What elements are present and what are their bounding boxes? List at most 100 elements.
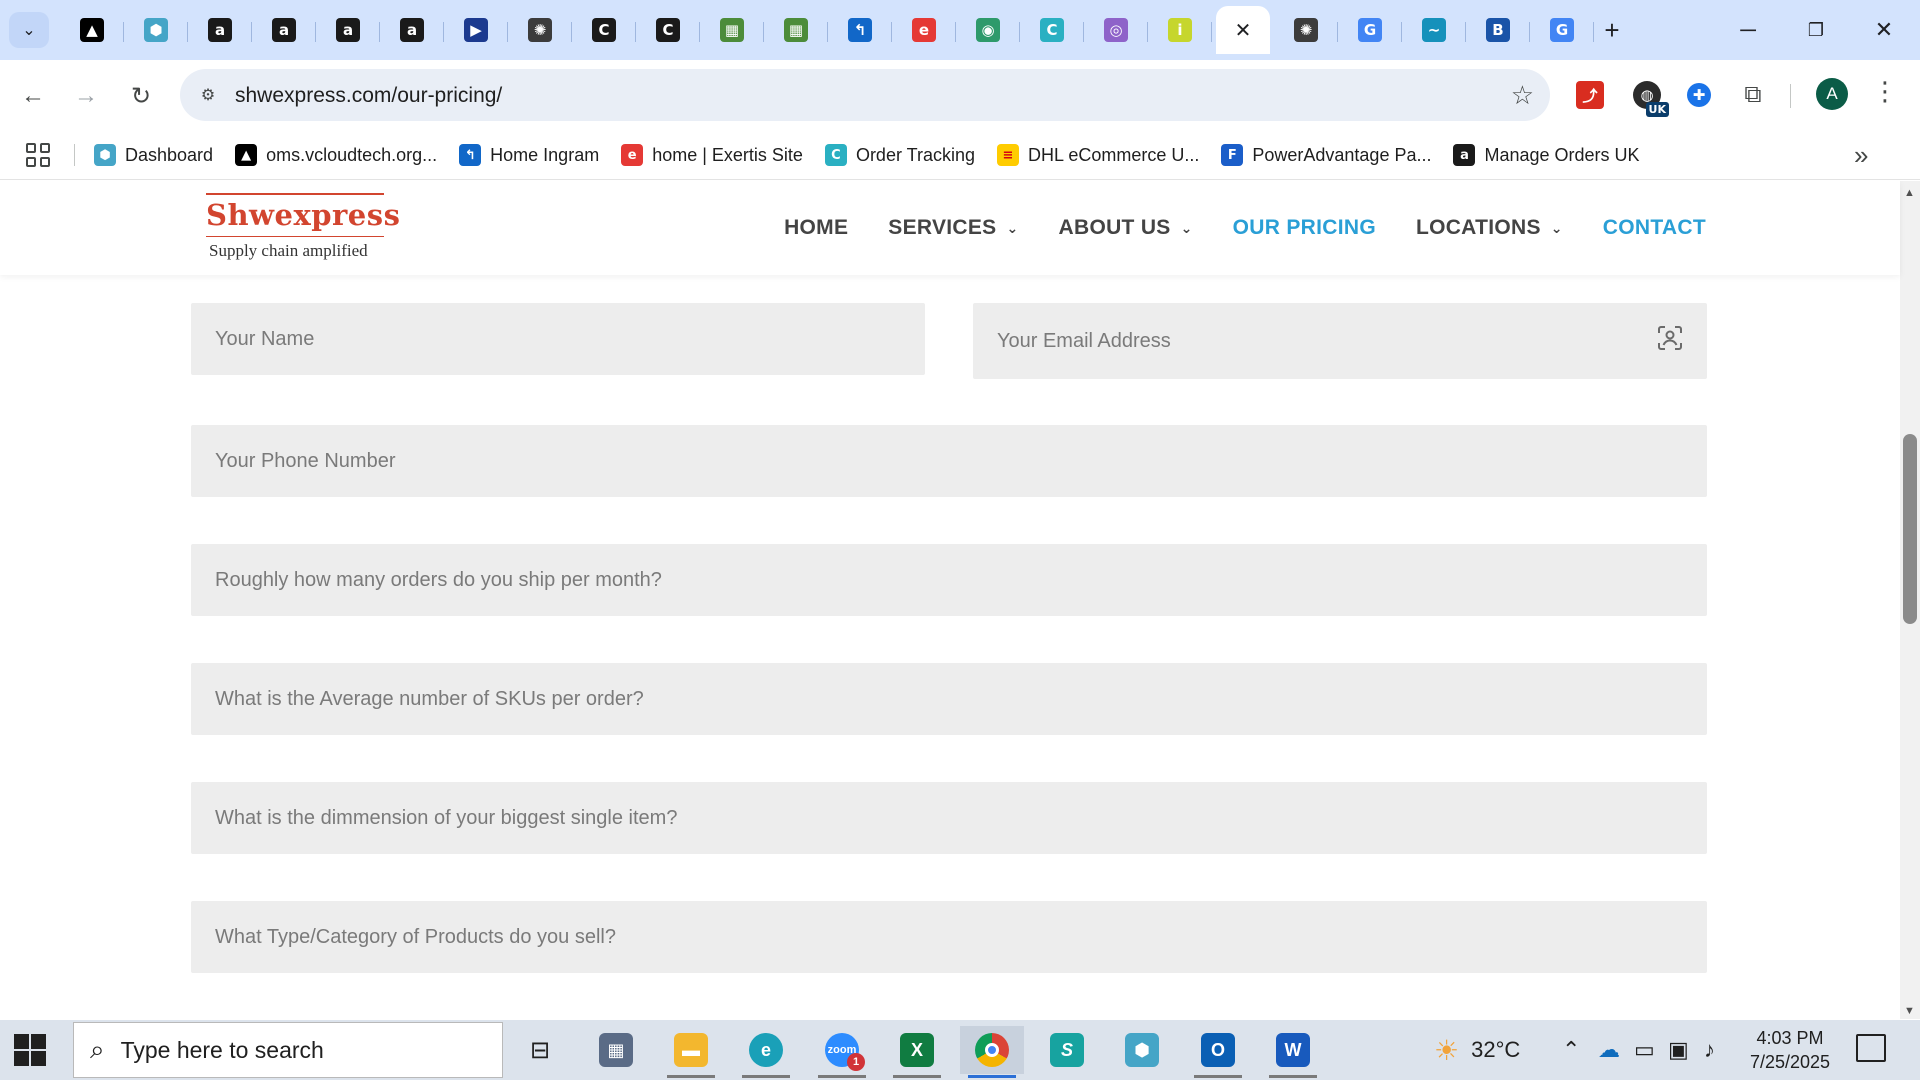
network-button[interactable]: ▣ — [1668, 1020, 1689, 1080]
browser-tab[interactable]: a — [316, 6, 380, 54]
battery-button[interactable]: ▭ — [1634, 1020, 1655, 1080]
show-hidden-icons-button[interactable]: ⌃ — [1562, 1020, 1580, 1080]
extensions-button[interactable]: ⧉ — [1736, 78, 1770, 112]
biggest-item-dimension-input[interactable] — [191, 782, 1707, 854]
close-window-button[interactable]: ✕ — [1852, 0, 1916, 60]
browser-tab[interactable]: ↰ — [828, 6, 892, 54]
taskbar-clock[interactable]: 4:03 PM 7/25/2025 — [1740, 1026, 1840, 1074]
browser-tab[interactable]: ∼ — [1402, 6, 1466, 54]
scroll-thumb[interactable] — [1903, 434, 1917, 624]
bookmark-item[interactable]: a Manage Orders UK — [1453, 144, 1640, 166]
browser-tab[interactable]: C — [1020, 6, 1084, 54]
browser-tab[interactable]: G — [1338, 6, 1402, 54]
bookmark-star-button[interactable]: ☆ — [1511, 81, 1534, 109]
browser-tab[interactable]: G — [1530, 6, 1594, 54]
back-button[interactable]: ← — [13, 76, 53, 116]
notification-center-icon[interactable] — [1856, 1034, 1886, 1062]
apps-grid-icon[interactable] — [26, 143, 50, 167]
browser-tab[interactable]: C — [572, 6, 636, 54]
word-app[interactable]: W — [1261, 1026, 1325, 1078]
infos-icon: i — [1168, 18, 1192, 42]
browser-tab[interactable]: ✺ — [508, 6, 572, 54]
volume-button[interactable]: ♪ — [1704, 1020, 1715, 1080]
browser-tab[interactable]: i — [1148, 6, 1212, 54]
nav-contact[interactable]: CONTACT — [1603, 216, 1706, 240]
browser-tab[interactable]: ◎ — [1084, 6, 1148, 54]
profile-avatar[interactable]: A — [1816, 78, 1848, 110]
reload-button[interactable]: ↻ — [121, 76, 161, 116]
browser-tab[interactable]: ▦ — [700, 6, 764, 54]
bookmark-item[interactable]: ↰ Home Ingram — [459, 144, 599, 166]
forward-button[interactable]: → — [66, 76, 106, 116]
hex-app[interactable]: ⬢ — [1110, 1026, 1174, 1074]
zoom-app[interactable]: zoom 1 — [810, 1026, 874, 1078]
browser-tab[interactable]: ◉ — [956, 6, 1020, 54]
task-view-button[interactable]: ⊟ — [508, 1026, 572, 1074]
weather-widget[interactable]: ☀ 32°C — [1434, 1020, 1520, 1080]
hex-icon: ⬢ — [1125, 1033, 1159, 1067]
bookmark-item[interactable]: ≡ DHL eCommerce U... — [996, 144, 1199, 166]
bookmark-item[interactable]: F PowerAdvantage Pa... — [1221, 144, 1431, 166]
browser-tab[interactable]: ▦ — [764, 6, 828, 54]
browser-tab[interactable]: ✺ — [1274, 6, 1338, 54]
bookmark-item[interactable]: ⬢ Dashboard — [94, 144, 213, 166]
browser-tab[interactable]: B — [1466, 6, 1530, 54]
scroll-down-arrow-icon[interactable]: ▼ — [1904, 1005, 1915, 1017]
tab-search-button[interactable]: ⌄ — [9, 12, 49, 48]
bookmark-item[interactable]: C Order Tracking — [824, 144, 975, 166]
google-icon: G — [1550, 18, 1574, 42]
scroll-up-arrow-icon[interactable]: ▲ — [1904, 187, 1915, 199]
bookmark-label: Manage Orders UK — [1484, 144, 1640, 165]
more-bookmarks-button[interactable]: » — [1854, 140, 1868, 171]
pdf-extension-button[interactable]: ⤴ — [1573, 78, 1607, 112]
contact-autofill-icon[interactable] — [1657, 325, 1683, 351]
taskbar-search-box[interactable]: ⌕ Type here to search — [73, 1022, 503, 1078]
excel-app[interactable]: X — [885, 1026, 949, 1078]
edge-app[interactable]: e — [734, 1026, 798, 1078]
skus-per-order-input[interactable] — [191, 663, 1707, 735]
browser-tab[interactable]: a — [188, 6, 252, 54]
nav-our-pricing[interactable]: OUR PRICING — [1233, 216, 1376, 240]
browser-menu-button[interactable]: ⋮ — [1872, 76, 1898, 107]
vpn-extension-button[interactable]: ◍ UK — [1630, 78, 1669, 117]
address-bar[interactable]: ⚙ shwexpress.com/our-pricing/ ☆ — [180, 69, 1550, 121]
phone-input[interactable] — [191, 425, 1707, 497]
email-input[interactable] — [973, 303, 1707, 379]
site-info-button[interactable]: ⚙ — [194, 81, 222, 109]
onedrive-button[interactable]: ☁ — [1598, 1020, 1620, 1080]
nav-services[interactable]: SERVICES ⌄ — [888, 216, 1018, 240]
browser-tab[interactable]: a — [252, 6, 316, 54]
bookmark-item[interactable]: e home | Exertis Site — [621, 144, 803, 166]
new-tab-button[interactable]: + — [1594, 12, 1630, 48]
name-field-wrapper — [191, 303, 925, 375]
amazon-icon: a — [208, 18, 232, 42]
outlook-app[interactable]: O — [1186, 1026, 1250, 1078]
url-text[interactable]: shwexpress.com/our-pricing/ — [235, 84, 502, 108]
browser-tab[interactable]: a — [380, 6, 444, 54]
browser-tab[interactable]: ▶ — [444, 6, 508, 54]
orders-per-month-input[interactable] — [191, 544, 1707, 616]
file-explorer-app[interactable]: ▬ — [659, 1026, 723, 1078]
name-input[interactable] — [191, 303, 925, 375]
browser-tab[interactable]: ⬢ — [124, 6, 188, 54]
product-category-input[interactable] — [191, 901, 1707, 973]
chrome-app[interactable] — [960, 1026, 1024, 1078]
chatgpt-icon: ✺ — [528, 18, 552, 42]
site-logo[interactable]: Shwexpress Supply chain amplified — [206, 193, 400, 261]
nav-home[interactable]: HOME — [784, 216, 848, 240]
bookmark-item[interactable]: ▲ oms.vcloudtech.org... — [235, 144, 437, 166]
browser-tab[interactable]: e — [892, 6, 956, 54]
restore-button[interactable]: ❐ — [1784, 0, 1848, 60]
calculator-app[interactable]: ▦ — [584, 1026, 648, 1074]
windows-start-icon[interactable] — [14, 1034, 46, 1066]
page-scrollbar[interactable]: ▲ ▼ — [1900, 181, 1920, 1019]
minimize-button[interactable]: ─ — [1716, 0, 1780, 60]
script-app[interactable]: S — [1035, 1026, 1099, 1074]
tab-active[interactable]: ✕ — [1216, 6, 1270, 54]
browser-tab[interactable]: ▲ — [60, 6, 124, 54]
close-icon[interactable]: ✕ — [1231, 18, 1255, 42]
nav-locations[interactable]: LOCATIONS ⌄ — [1416, 216, 1563, 240]
nav-about-us[interactable]: ABOUT US ⌄ — [1059, 216, 1193, 240]
browser-tab[interactable]: C — [636, 6, 700, 54]
chrome-remote-button[interactable]: ✚ — [1682, 78, 1716, 112]
